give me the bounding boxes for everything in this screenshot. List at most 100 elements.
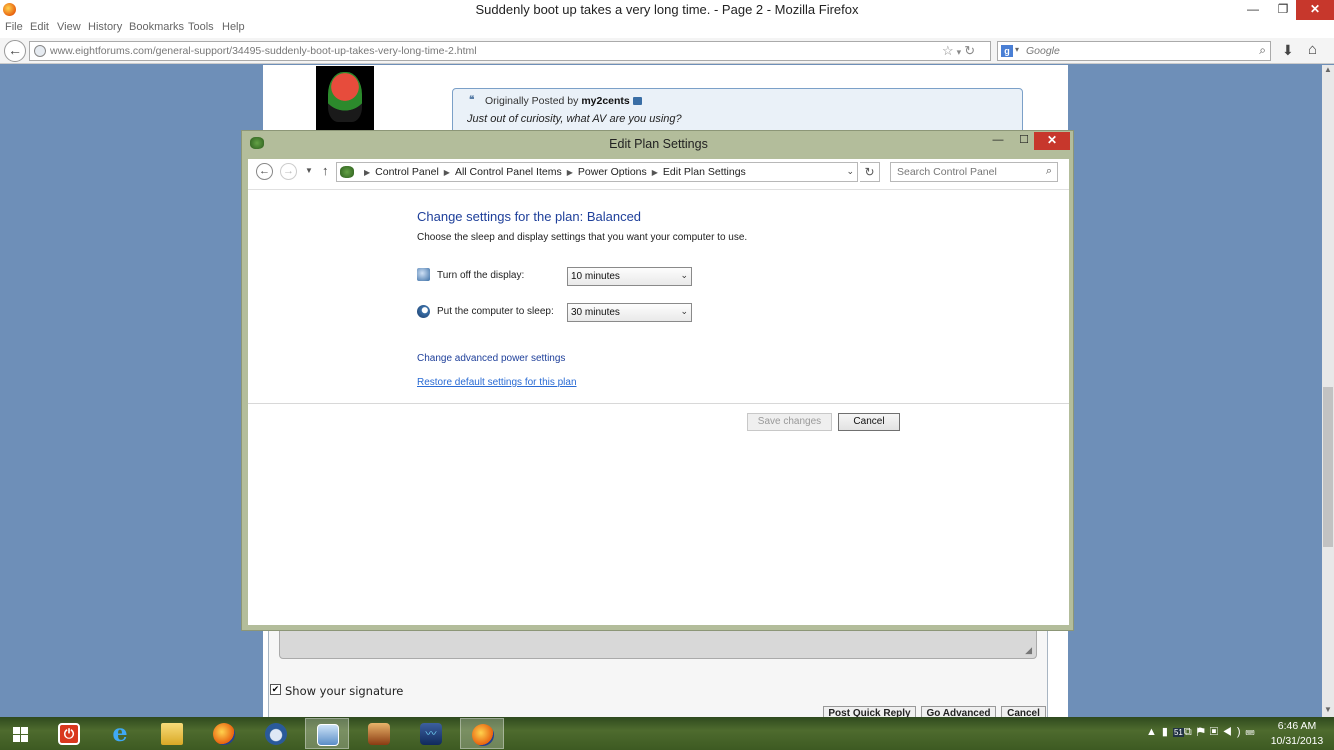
url-bar[interactable]: www.eightforums.com/general-support/3449…	[29, 41, 991, 61]
dialog-title: Edit Plan Settings	[609, 137, 708, 151]
restore-button[interactable]: ❐	[1270, 0, 1296, 20]
firefox-titlebar: Suddenly boot up takes a very long time.…	[0, 0, 1334, 20]
advanced-power-settings-link[interactable]: Change advanced power settings	[417, 353, 565, 364]
power-icon: ⏻	[58, 723, 80, 745]
taskbar-firefox[interactable]	[202, 718, 246, 749]
quote-icon: ❝	[469, 95, 475, 106]
chevron-down-icon[interactable]: ⌄	[680, 270, 688, 281]
scroll-down-icon[interactable]: ▼	[1322, 705, 1334, 717]
page-scrollbar[interactable]: ▲ ▼	[1322, 65, 1334, 717]
control-panel-icon	[317, 724, 339, 746]
scroll-up-icon[interactable]: ▲	[1322, 65, 1334, 77]
chevron-down-icon[interactable]: ⌄	[680, 306, 688, 317]
dialog-minimize-button[interactable]: —	[986, 132, 1010, 150]
taskbar-shutdown[interactable]: ⏻	[47, 718, 91, 749]
restore-defaults-link[interactable]: Restore default settings for this plan	[417, 377, 577, 388]
up-arrow-icon[interactable]: ↑	[322, 163, 329, 178]
view-post-icon[interactable]	[632, 97, 642, 106]
taskbar-internet-explorer[interactable]: e	[98, 718, 142, 749]
breadcrumb-arrow-icon[interactable]: ▶	[444, 168, 450, 177]
action-center-flag-icon[interactable]: ⚑	[1197, 726, 1210, 738]
menu-view[interactable]: View	[57, 21, 81, 33]
explorer-address-row: ← → ▼ ↑ ▶ Control Panel ▶ All Control Panel…	[248, 159, 1069, 189]
plan-description: Choose the sleep and display settings th…	[417, 232, 748, 243]
folder-icon	[161, 723, 183, 745]
taskbar-thunderbird[interactable]	[254, 718, 298, 749]
menu-bar: File Edit View History Bookmarks Tools H…	[0, 20, 1334, 38]
monitor-graph-icon: 〰	[420, 723, 442, 745]
bookmark-star-icon[interactable]: ☆	[942, 43, 957, 58]
mail-icon	[265, 723, 287, 745]
refresh-icon[interactable]: ↻	[860, 162, 880, 182]
breadcrumb-edit-plan-settings[interactable]: Edit Plan Settings	[663, 166, 746, 178]
resize-grip-icon[interactable]: ◢	[1025, 645, 1032, 656]
quote-author[interactable]: my2cents	[581, 95, 629, 107]
volume-icon[interactable]: ◀)	[1223, 726, 1245, 738]
search-box[interactable]: g ▾ Google ⌕	[997, 41, 1271, 61]
breadcrumb-control-panel[interactable]: Control Panel	[375, 166, 439, 178]
menu-help[interactable]: Help	[222, 21, 245, 33]
minimize-button[interactable]: —	[1240, 0, 1266, 20]
search-control-panel-input[interactable]: Search Control Panel ⌕	[890, 162, 1058, 182]
search-engine-dropdown-icon[interactable]: ▾	[1015, 45, 1019, 54]
breadcrumb: ▶ Control Panel ▶ All Control Panel Items ▶ P…	[359, 166, 746, 178]
save-changes-button[interactable]: Save changes	[747, 413, 832, 431]
keyboard-icon[interactable]: ⌨	[1246, 726, 1260, 738]
dialog-close-button[interactable]: ✕	[1034, 132, 1070, 150]
chevron-down-icon[interactable]: ⌄	[846, 166, 854, 177]
quote-prefix: Originally Posted by	[485, 95, 579, 107]
display-timeout-value: 10 minutes	[571, 271, 620, 282]
reply-textarea[interactable]: ◢	[279, 629, 1037, 659]
start-button[interactable]	[0, 718, 44, 749]
breadcrumb-arrow-icon[interactable]: ▶	[567, 168, 573, 177]
avatar-figure-icon	[328, 72, 362, 122]
tray-expand-icon[interactable]: ▲	[1146, 726, 1162, 738]
taskbar-file-explorer[interactable]	[150, 718, 194, 749]
dialog-maximize-button[interactable]: ☐	[1012, 132, 1036, 150]
battery-icon[interactable]: ▮	[1162, 726, 1173, 738]
internet-explorer-icon: e	[112, 718, 128, 747]
magnifier-icon[interactable]: ⌕	[1259, 43, 1266, 58]
breadcrumb-all-items[interactable]: All Control Panel Items	[455, 166, 562, 178]
show-signature-checkbox[interactable]: ✔	[270, 684, 281, 695]
menu-edit[interactable]: Edit	[30, 21, 49, 33]
menu-file[interactable]: File	[5, 21, 23, 33]
download-icon[interactable]: ⬇	[1282, 42, 1294, 59]
menu-history[interactable]: History	[88, 21, 122, 33]
clock-date[interactable]: 10/31/2013	[1262, 735, 1332, 747]
display-timeout-select[interactable]: 10 minutes ⌄	[567, 267, 692, 286]
clock-time[interactable]: 6:46 AM	[1262, 720, 1332, 732]
taskbar-performance-monitor[interactable]: 〰	[409, 718, 453, 749]
search-icon[interactable]: ⌕	[1046, 165, 1052, 178]
explorer-address-bar[interactable]: ▶ Control Panel ▶ All Control Panel Items ▶ P…	[336, 162, 858, 182]
network-icon[interactable]: ⧉	[1184, 726, 1197, 738]
recent-locations-icon[interactable]: ▼	[305, 166, 313, 175]
explorer-forward-button[interactable]: →	[280, 163, 297, 180]
sleep-timeout-select[interactable]: 30 minutes ⌄	[567, 303, 692, 322]
home-icon[interactable]: ⌂	[1308, 41, 1317, 58]
cancel-button[interactable]: Cancel	[838, 413, 900, 431]
scroll-thumb[interactable]	[1323, 387, 1333, 547]
explorer-back-button[interactable]: ←	[256, 163, 273, 180]
menu-tools[interactable]: Tools	[188, 21, 214, 33]
close-button[interactable]: ✕	[1296, 0, 1334, 20]
quote-header: Originally Posted by my2cents	[485, 95, 642, 107]
breadcrumb-power-options[interactable]: Power Options	[578, 166, 647, 178]
url-text[interactable]: www.eightforums.com/general-support/3449…	[50, 45, 477, 57]
navigation-toolbar: ← www.eightforums.com/general-support/34…	[0, 38, 1334, 64]
reload-icon[interactable]: ↻	[964, 43, 978, 58]
search-placeholder: Google	[1026, 45, 1060, 57]
breadcrumb-arrow-icon[interactable]: ▶	[364, 168, 370, 177]
google-icon[interactable]: g	[1001, 45, 1013, 57]
menu-bookmarks[interactable]: Bookmarks	[129, 21, 184, 33]
breadcrumb-arrow-icon[interactable]: ▶	[652, 168, 658, 177]
plan-heading: Change settings for the plan: Balanced	[417, 209, 642, 224]
tray-badge[interactable]: 51	[1172, 728, 1184, 737]
taskbar: ⏻ e 〰 ▲▮51⧉⚑▣◀)⌨ 6:46 AM 10/31/2013	[0, 717, 1334, 750]
taskbar-control-panel[interactable]	[305, 718, 349, 749]
taskbar-app-scroll[interactable]	[357, 718, 401, 749]
control-panel-breadcrumb-icon	[340, 166, 354, 178]
monitor-icon[interactable]: ▣	[1210, 726, 1223, 738]
taskbar-firefox-active[interactable]	[460, 718, 504, 749]
back-button[interactable]: ←	[4, 40, 26, 62]
